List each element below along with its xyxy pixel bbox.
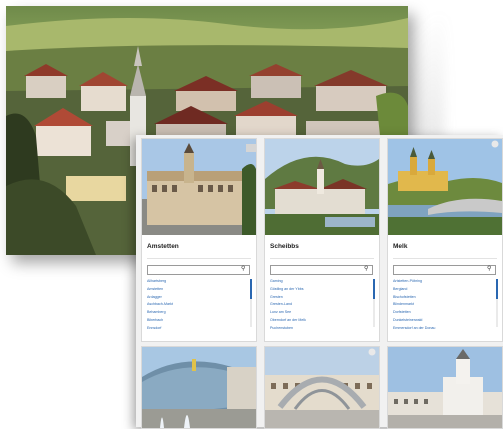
list-item[interactable]: Lunz am See bbox=[270, 309, 369, 317]
list-item[interactable]: Bischofstetten bbox=[393, 294, 492, 302]
municipality-list: Artstetten-Pöbring Bergland Bischofstett… bbox=[393, 278, 492, 332]
divider bbox=[393, 258, 497, 259]
municipality-search-input[interactable]: ⚲ bbox=[393, 265, 496, 275]
municipality-list: Gaming Göstling an der Ybbs Gresten Gres… bbox=[270, 278, 369, 332]
list-item[interactable]: Aschbach-Markt bbox=[147, 301, 246, 309]
district-card-bottom-2[interactable] bbox=[264, 346, 380, 429]
district-photo bbox=[388, 347, 502, 428]
list-scrollbar[interactable] bbox=[373, 279, 375, 327]
list-item[interactable]: Biberbach bbox=[147, 317, 246, 325]
scrollbar-thumb[interactable] bbox=[496, 279, 498, 299]
municipality-search-input[interactable]: ⚲ bbox=[270, 265, 373, 275]
district-card-bottom-1[interactable] bbox=[141, 346, 257, 429]
scrollbar-thumb[interactable] bbox=[250, 279, 252, 299]
list-item[interactable]: Bergland bbox=[393, 286, 492, 294]
list-item[interactable]: Gaming bbox=[270, 278, 369, 286]
list-item[interactable]: Artstetten-Pöbring bbox=[393, 278, 492, 286]
list-item[interactable]: Blindenmarkt bbox=[393, 301, 492, 309]
search-icon[interactable]: ⚲ bbox=[364, 266, 370, 273]
district-photo bbox=[265, 139, 379, 235]
list-item[interactable]: Göstling an der Ybbs bbox=[270, 286, 369, 294]
divider bbox=[270, 258, 374, 259]
list-item[interactable]: Dorfstetten bbox=[393, 309, 492, 317]
search-icon[interactable]: ⚲ bbox=[241, 266, 247, 273]
municipality-search-input[interactable]: ⚲ bbox=[147, 265, 250, 275]
district-card-melk[interactable]: Melk ⚲ Artstetten-Pöbring Bergland Bisch… bbox=[387, 138, 503, 342]
district-title: Amstetten bbox=[147, 243, 179, 250]
district-photo bbox=[142, 347, 256, 428]
list-item[interactable]: Amstetten bbox=[147, 286, 246, 294]
district-title: Scheibbs bbox=[270, 243, 299, 250]
district-panel: Amstetten ⚲ Allhartsberg Amstetten Ardag… bbox=[136, 135, 503, 429]
list-item[interactable]: Ardagger bbox=[147, 294, 246, 302]
list-item[interactable]: Oberndorf an der Melk bbox=[270, 317, 369, 325]
list-item[interactable]: Behamberg bbox=[147, 309, 246, 317]
list-scrollbar[interactable] bbox=[250, 279, 252, 327]
list-item[interactable]: Puchenstuben bbox=[270, 325, 369, 333]
district-title: Melk bbox=[393, 243, 408, 250]
divider bbox=[147, 258, 251, 259]
scrollbar-thumb[interactable] bbox=[373, 279, 375, 299]
list-item[interactable]: Ennsdorf bbox=[147, 325, 246, 333]
district-card-scheibbs[interactable]: Scheibbs ⚲ Gaming Göstling an der Ybbs G… bbox=[264, 138, 380, 342]
list-item[interactable]: Allhartsberg bbox=[147, 278, 246, 286]
search-icon[interactable]: ⚲ bbox=[487, 266, 493, 273]
list-item[interactable]: Gresten bbox=[270, 294, 369, 302]
list-item[interactable]: Dunkelsteinerwald bbox=[393, 317, 492, 325]
district-photo bbox=[388, 139, 502, 235]
district-card-bottom-3[interactable] bbox=[387, 346, 503, 429]
list-scrollbar[interactable] bbox=[496, 279, 498, 327]
list-item[interactable]: Gresten-Land bbox=[270, 301, 369, 309]
municipality-list: Allhartsberg Amstetten Ardagger Aschbach… bbox=[147, 278, 246, 332]
district-photo bbox=[142, 139, 256, 235]
district-photo bbox=[265, 347, 379, 428]
district-card-amstetten[interactable]: Amstetten ⚲ Allhartsberg Amstetten Ardag… bbox=[141, 138, 257, 342]
list-item[interactable]: Emmersdorf an der Donau bbox=[393, 325, 492, 333]
